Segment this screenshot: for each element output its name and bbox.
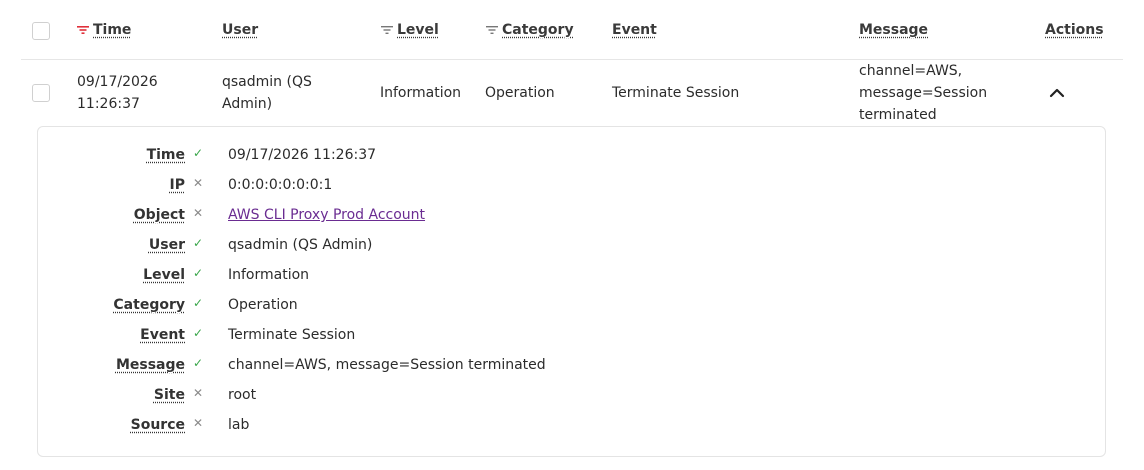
chevron-up-icon xyxy=(1049,88,1065,98)
row-message: channel=AWS, message=Session terminated xyxy=(859,60,987,126)
header-time-label: Time xyxy=(93,22,132,38)
column-header-time[interactable]: Time xyxy=(77,22,131,38)
header-level-label: Level xyxy=(397,22,439,38)
detail-value-site: root xyxy=(228,387,257,403)
column-header-message[interactable]: Message xyxy=(859,22,928,38)
detail-label-ip: IP xyxy=(169,177,185,193)
detail-label-event: Event xyxy=(140,327,185,343)
detail-value-category: Operation xyxy=(228,297,298,313)
check-icon: ✓ xyxy=(192,296,204,310)
row-user-line1: qsadmin (QS xyxy=(222,74,312,90)
row-message-line3: terminated xyxy=(859,107,937,123)
row-level: Information xyxy=(380,85,462,101)
column-header-actions: Actions xyxy=(1045,22,1104,38)
event-details-panel: Time ✓ 09/17/2026 11:26:37 IP ✕ 0:0:0:0:0:0:0… xyxy=(37,126,1106,457)
cross-icon: ✕ xyxy=(192,206,204,220)
detail-value-event: Terminate Session xyxy=(228,327,356,343)
row-user: qsadmin (QS Admin) xyxy=(222,71,312,115)
row-time-clock: 11:26:37 xyxy=(77,96,140,112)
check-icon: ✓ xyxy=(192,236,204,250)
detail-value-object-link[interactable]: AWS CLI Proxy Prod Account xyxy=(228,207,425,223)
row-time: 09/17/2026 11:26:37 xyxy=(77,71,158,115)
cross-icon: ✕ xyxy=(192,386,204,400)
check-icon: ✓ xyxy=(192,266,204,280)
row-time-date: 09/17/2026 xyxy=(77,74,158,90)
row-user-line2: Admin) xyxy=(222,96,273,112)
select-all-checkbox[interactable] xyxy=(32,22,50,40)
detail-value-ip: 0:0:0:0:0:0:0:1 xyxy=(228,177,333,193)
detail-label-site: Site xyxy=(153,387,185,403)
column-header-event[interactable]: Event xyxy=(612,22,657,38)
column-header-level[interactable]: Level xyxy=(381,22,439,38)
detail-value-user: qsadmin (QS Admin) xyxy=(228,237,373,253)
detail-label-time: Time xyxy=(146,147,185,163)
header-user-label: User xyxy=(222,22,259,38)
detail-value-source: lab xyxy=(228,417,250,433)
cross-icon: ✕ xyxy=(192,416,204,430)
cross-icon: ✕ xyxy=(192,176,204,190)
detail-label-object: Object xyxy=(133,207,185,223)
detail-value-level: Information xyxy=(228,267,310,283)
header-message-label: Message xyxy=(859,22,929,38)
filter-icon xyxy=(486,26,498,34)
detail-label-message: Message xyxy=(115,357,185,373)
row-message-line2: message=Session xyxy=(859,85,988,101)
row-event: Terminate Session xyxy=(612,85,740,101)
column-header-category[interactable]: Category xyxy=(486,22,574,38)
column-header-user[interactable]: User xyxy=(222,22,258,38)
detail-label-level: Level xyxy=(143,267,185,283)
check-icon: ✓ xyxy=(192,356,204,370)
row-message-line1: channel=AWS, xyxy=(859,63,963,79)
check-icon: ✓ xyxy=(192,326,204,340)
detail-label-user: User xyxy=(148,237,185,253)
row-checkbox[interactable] xyxy=(32,84,50,102)
detail-value-message: channel=AWS, message=Session terminated xyxy=(228,357,546,373)
detail-value-time: 09/17/2026 11:26:37 xyxy=(228,147,377,163)
check-icon: ✓ xyxy=(192,146,204,160)
detail-label-source: Source xyxy=(130,417,185,433)
header-actions-label: Actions xyxy=(1045,22,1104,38)
filter-icon xyxy=(381,26,393,34)
detail-label-category: Category xyxy=(113,297,185,313)
header-category-label: Category xyxy=(502,22,574,38)
collapse-row-button[interactable] xyxy=(1046,84,1068,102)
sort-desc-icon xyxy=(77,26,89,34)
header-event-label: Event xyxy=(612,22,657,38)
row-category: Operation xyxy=(485,85,555,101)
